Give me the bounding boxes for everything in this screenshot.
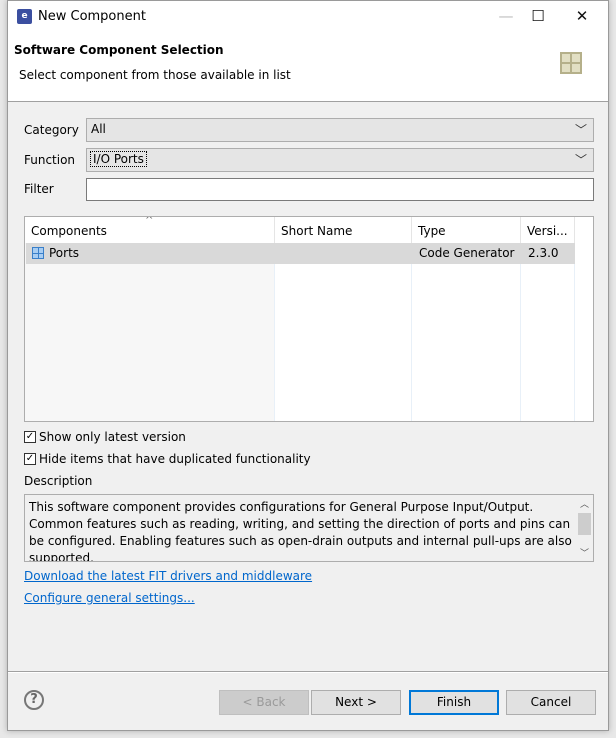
back-button[interactable]: < Back — [219, 690, 309, 715]
chevron-down-icon: ﹀ — [574, 123, 587, 137]
column-header-type[interactable]: Type — [412, 217, 521, 243]
category-select[interactable]: All ﹀ — [86, 118, 594, 142]
scroll-thumb[interactable] — [578, 513, 591, 535]
function-value: I/O Ports — [90, 151, 147, 167]
function-select[interactable]: I/O Ports ﹀ — [86, 148, 594, 172]
cell-version: 2.3.0 — [528, 246, 559, 260]
page-title: Software Component Selection — [14, 43, 224, 57]
scroll-down-icon[interactable]: ﹀ — [576, 546, 593, 559]
checkbox-checked-icon: ✓ — [24, 431, 36, 443]
help-icon[interactable]: ? — [24, 690, 44, 710]
new-component-dialog: e New Component — ☐ ✕ Software Component… — [7, 0, 609, 731]
checkbox-checked-icon: ✓ — [24, 453, 36, 465]
function-label: Function — [24, 153, 76, 167]
component-icon — [32, 247, 44, 259]
filter-input[interactable] — [86, 178, 594, 201]
page-subtitle: Select component from those available in… — [19, 68, 291, 82]
description-label: Description — [24, 474, 93, 488]
category-value: All — [91, 122, 106, 136]
cell-type: Code Generator — [419, 246, 515, 260]
cancel-button[interactable]: Cancel — [506, 690, 596, 715]
component-grid-icon — [560, 52, 582, 74]
table-row[interactable]: Ports Code Generator 2.3.0 — [26, 243, 575, 264]
column-header-version[interactable]: Versi... — [521, 217, 575, 243]
show-latest-label: Show only latest version — [39, 430, 186, 444]
description-scrollbar[interactable]: ︿ ﹀ — [576, 495, 593, 561]
description-text: This software component provides configu… — [29, 500, 572, 562]
scroll-up-icon[interactable]: ︿ — [576, 497, 593, 510]
filter-label: Filter — [24, 182, 54, 196]
column-header-short-name[interactable]: Short Name — [275, 217, 412, 243]
category-label: Category — [24, 123, 79, 137]
hide-duplicates-label: Hide items that have duplicated function… — [39, 452, 311, 466]
close-icon[interactable]: ✕ — [562, 5, 602, 27]
show-latest-checkbox[interactable]: ✓ Show only latest version — [24, 430, 186, 444]
cell-component: Ports — [49, 246, 80, 260]
title-bar: e New Component — ☐ ✕ — [8, 1, 608, 32]
description-box[interactable]: This software component provides configu… — [24, 494, 594, 562]
configure-settings-link[interactable]: Configure general settings... — [24, 591, 195, 605]
sort-ascending-icon: ^ — [145, 216, 154, 226]
maximize-icon[interactable]: ☐ — [518, 5, 558, 27]
download-fit-link[interactable]: Download the latest FIT drivers and midd… — [24, 569, 312, 583]
finish-button[interactable]: Finish — [409, 690, 499, 715]
components-table: Components ^ Short Name Type Versi... Po… — [24, 216, 594, 422]
wizard-header: Software Component Selection Select comp… — [8, 32, 608, 102]
next-button[interactable]: Next > — [311, 690, 401, 715]
app-icon: e — [17, 9, 32, 24]
window-title: New Component — [38, 9, 146, 24]
divider — [8, 671, 608, 673]
chevron-down-icon: ﹀ — [574, 153, 587, 167]
hide-duplicates-checkbox[interactable]: ✓ Hide items that have duplicated functi… — [24, 452, 311, 466]
